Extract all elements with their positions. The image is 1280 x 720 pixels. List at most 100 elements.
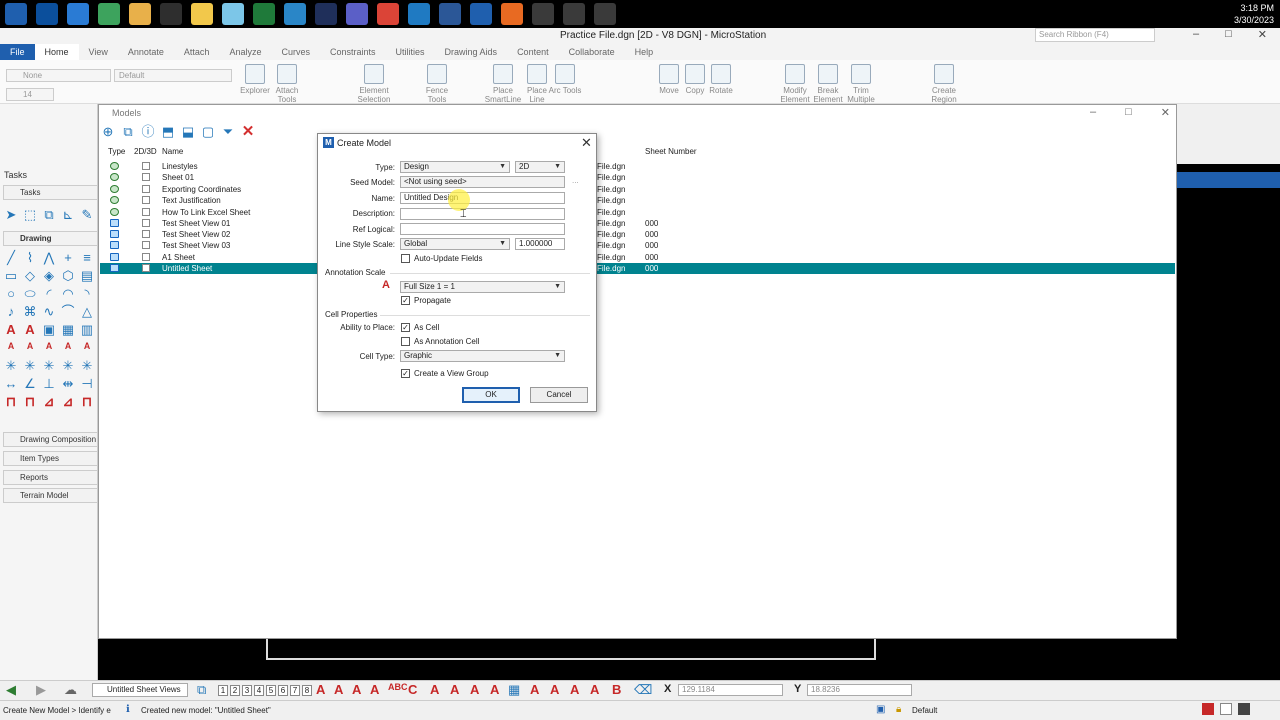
x-coordinate[interactable]: 129.1184 bbox=[678, 684, 783, 696]
notes-icon[interactable] bbox=[314, 3, 337, 25]
dim-linear-icon[interactable]: ↔ bbox=[3, 376, 19, 392]
menu-annotate[interactable]: Annotate bbox=[118, 47, 174, 57]
table-row[interactable]: A1 Sheet File.dgn 000 bbox=[100, 252, 1175, 263]
text-fit-icon[interactable]: A bbox=[450, 682, 459, 697]
half-arc-icon[interactable]: ◠ bbox=[60, 286, 76, 302]
style-combo[interactable]: Default bbox=[114, 69, 232, 82]
curve-icon[interactable]: ∿ bbox=[41, 304, 57, 320]
dark-status-icon[interactable] bbox=[1238, 703, 1250, 715]
cell-type-select[interactable]: Graphic ▼ bbox=[400, 350, 565, 362]
text-a4-icon[interactable]: A bbox=[590, 682, 599, 697]
copy-model-icon[interactable]: ⧉ bbox=[120, 124, 136, 140]
create-view-group-checkbox[interactable]: ✓ bbox=[401, 369, 410, 378]
start-icon[interactable] bbox=[4, 3, 27, 25]
checkbox[interactable] bbox=[142, 162, 150, 170]
text-edit-icon[interactable]: A bbox=[334, 682, 343, 697]
bold-text-icon[interactable]: B bbox=[612, 682, 621, 697]
as-cell-checkbox[interactable]: ✓ bbox=[401, 323, 410, 332]
lock-icon[interactable]: 🔒︎ bbox=[896, 704, 901, 715]
text-flip-icon[interactable]: A bbox=[490, 682, 499, 697]
text-note-icon[interactable]: A bbox=[352, 682, 361, 697]
new-model-icon[interactable]: ⊕ bbox=[100, 124, 116, 140]
red-status-icon[interactable] bbox=[1202, 703, 1214, 715]
checkbox[interactable] bbox=[142, 185, 150, 193]
menu-collaborate[interactable]: Collaborate bbox=[559, 47, 625, 57]
view-3-button[interactable]: 3 bbox=[242, 685, 252, 696]
table2-icon[interactable]: ▥ bbox=[79, 322, 95, 338]
task-view-icon[interactable] bbox=[66, 3, 89, 25]
text-a4-icon[interactable]: ᴬ bbox=[79, 340, 95, 356]
dim-element-icon[interactable]: ⇹ bbox=[60, 376, 76, 392]
shape-icon[interactable]: ◇ bbox=[22, 268, 38, 284]
menu-home[interactable]: Home bbox=[34, 44, 79, 60]
microstation-icon[interactable] bbox=[562, 3, 585, 25]
rectangle-icon[interactable]: ▭ bbox=[3, 268, 19, 284]
fence-tools-button[interactable]: Fence Tools bbox=[420, 64, 454, 104]
white-status-icon[interactable] bbox=[1220, 703, 1232, 715]
polygon-icon[interactable]: ⬡ bbox=[60, 268, 76, 284]
export-icon[interactable]: ⬓ bbox=[180, 124, 196, 140]
grid-icon[interactable]: ▦ bbox=[508, 682, 520, 698]
table-row[interactable]: Test Sheet View 01 File.dgn 000 bbox=[100, 218, 1175, 229]
cell5-icon[interactable]: ✳ bbox=[79, 358, 95, 374]
polyline-icon[interactable]: ⌇ bbox=[22, 250, 38, 266]
cell2-icon[interactable]: ✳ bbox=[22, 358, 38, 374]
text-a2-icon[interactable]: ᴬ bbox=[22, 340, 38, 356]
back-icon[interactable]: ◀ bbox=[6, 682, 16, 698]
place-smartline-button[interactable]: Place SmartLine bbox=[484, 64, 522, 104]
circle-icon[interactable]: ○ bbox=[3, 286, 19, 302]
ok-button[interactable]: OK bbox=[462, 387, 520, 403]
menu-analyze[interactable]: Analyze bbox=[219, 47, 271, 57]
view-4-button[interactable]: 4 bbox=[254, 685, 264, 696]
tasks-combo[interactable]: Tasks bbox=[3, 185, 98, 200]
dim-size-icon[interactable]: ⊥ bbox=[41, 376, 57, 392]
level-combo[interactable]: None bbox=[6, 69, 111, 82]
bspline-icon[interactable]: ⌒ bbox=[60, 304, 76, 320]
checkbox[interactable] bbox=[142, 173, 150, 181]
table-row[interactable]: Test Sheet View 02 File.dgn 000 bbox=[100, 229, 1175, 240]
element-selection-button[interactable]: Element Selection bbox=[356, 64, 392, 104]
fence-select-icon[interactable]: ⬚ bbox=[22, 207, 38, 223]
text-align-icon[interactable]: A bbox=[430, 682, 439, 697]
trim-multiple-button[interactable]: Trim Multiple bbox=[843, 64, 879, 104]
text-a2-icon[interactable]: A bbox=[550, 682, 559, 697]
type-select[interactable]: Design ▼ bbox=[400, 161, 510, 173]
cell3-icon[interactable]: ✳ bbox=[41, 358, 57, 374]
menu-attach[interactable]: Attach bbox=[174, 47, 220, 57]
snap-icon[interactable]: ▣ bbox=[876, 704, 885, 715]
text-a3-icon[interactable]: A bbox=[570, 682, 579, 697]
checkbox[interactable] bbox=[142, 196, 150, 204]
line-style-scale-select[interactable]: Global ▼ bbox=[400, 238, 510, 250]
app-orange-icon[interactable] bbox=[593, 3, 616, 25]
y-coordinate[interactable]: 18.8236 bbox=[807, 684, 912, 696]
name-input[interactable]: Untitled Design bbox=[400, 192, 565, 204]
view-2-button[interactable]: 2 bbox=[230, 685, 240, 696]
taskbar-clock[interactable]: 3:18 PM 3/30/2023 bbox=[1234, 2, 1274, 26]
modify-element-button[interactable]: Modify Element bbox=[776, 64, 814, 104]
break-element-button[interactable]: Break Element bbox=[810, 64, 846, 104]
weight-combo[interactable]: 14 bbox=[6, 88, 54, 101]
view-1-button[interactable]: 1 bbox=[218, 685, 228, 696]
spell-check-icon[interactable]: ABC bbox=[388, 682, 408, 692]
checkbox[interactable] bbox=[142, 219, 150, 227]
multi-line-icon[interactable]: ≡ bbox=[79, 250, 95, 266]
description-input[interactable] bbox=[400, 208, 565, 220]
drawing-composition-section[interactable]: Drawing Composition bbox=[3, 432, 98, 447]
checkbox[interactable] bbox=[142, 208, 150, 216]
line-style-scale-value[interactable]: 1.000000 bbox=[515, 238, 565, 250]
filter-icon[interactable]: ⏷ bbox=[220, 124, 236, 140]
search-icon[interactable] bbox=[35, 3, 58, 25]
diamond-icon[interactable]: ◈ bbox=[41, 268, 57, 284]
clip-icon[interactable]: ⌘ bbox=[22, 304, 38, 320]
region-icon[interactable]: ▤ bbox=[79, 268, 95, 284]
view-5-button[interactable]: 5 bbox=[266, 685, 276, 696]
store-icon[interactable] bbox=[97, 3, 120, 25]
import-icon[interactable]: ⬒ bbox=[160, 124, 176, 140]
view-8-button[interactable]: 8 bbox=[302, 685, 312, 696]
forward-icon[interactable]: ▶ bbox=[36, 682, 46, 698]
arc-icon[interactable]: ◜ bbox=[41, 286, 57, 302]
view-7-button[interactable]: 7 bbox=[290, 685, 300, 696]
rotate-button[interactable]: Rotate bbox=[704, 64, 738, 95]
arc2-icon[interactable]: ◝ bbox=[79, 286, 95, 302]
cell4-icon[interactable]: ✳ bbox=[60, 358, 76, 374]
